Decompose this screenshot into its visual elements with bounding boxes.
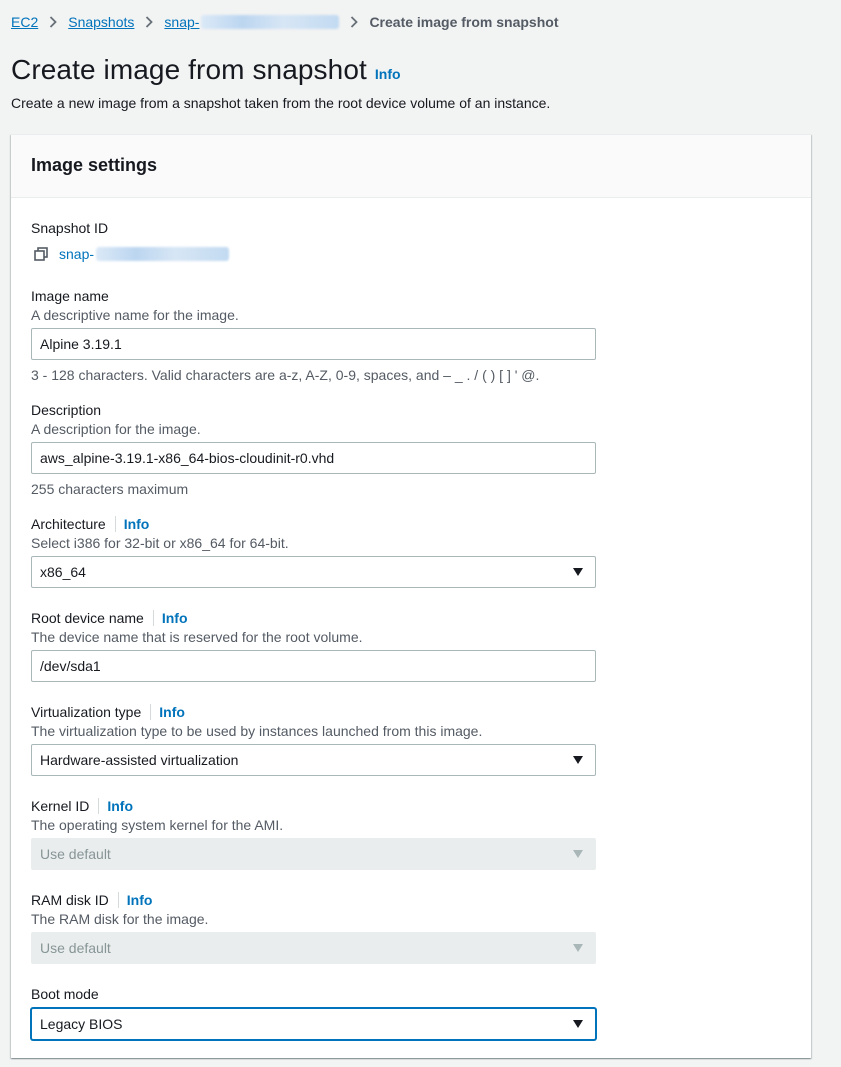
- page-title: Create image from snapshot: [11, 54, 367, 85]
- virtualization-field: Virtualization type Info The virtualizat…: [31, 703, 596, 776]
- image-name-field: Image name A descriptive name for the im…: [31, 287, 596, 383]
- kernel-id-field: Kernel ID Info The operating system kern…: [31, 797, 596, 870]
- description-label: Description: [31, 402, 102, 418]
- boot-mode-label: Boot mode: [31, 986, 99, 1002]
- ramdisk-id-label: RAM disk ID: [31, 892, 109, 908]
- image-name-input[interactable]: [31, 328, 596, 360]
- ramdisk-id-field: RAM disk ID Info The RAM disk for the im…: [31, 891, 596, 964]
- ramdisk-id-description: The RAM disk for the image.: [31, 911, 209, 927]
- virtualization-description: The virtualization type to be used by in…: [31, 723, 483, 739]
- ramdisk-id-value: Use default: [40, 940, 111, 956]
- description-field: Description A description for the image.…: [31, 401, 596, 497]
- architecture-select[interactable]: x86_64: [31, 556, 596, 588]
- boot-mode-value: Legacy BIOS: [40, 1016, 123, 1032]
- virtualization-select[interactable]: Hardware-assisted virtualization: [31, 744, 596, 776]
- chevron-right-icon: [350, 16, 359, 28]
- page-header: Create image from snapshot Info: [11, 54, 401, 86]
- root-device-field: Root device name Info The device name th…: [31, 609, 596, 682]
- breadcrumb-snapshot[interactable]: snap-: [164, 14, 340, 30]
- breadcrumb-current: Create image from snapshot: [369, 14, 559, 30]
- image-name-label: Image name: [31, 288, 109, 304]
- chevron-right-icon: [49, 16, 58, 28]
- kernel-id-info-link[interactable]: Info: [107, 798, 133, 814]
- root-device-info-link[interactable]: Info: [162, 610, 188, 626]
- architecture-description: Select i386 for 32-bit or x86_64 for 64-…: [31, 535, 289, 551]
- caret-down-icon: [573, 1020, 583, 1028]
- panel-header: Image settings: [11, 135, 811, 198]
- caret-down-icon: [573, 944, 583, 952]
- breadcrumb-snapshots[interactable]: Snapshots: [68, 14, 134, 30]
- copy-icon[interactable]: [34, 245, 52, 263]
- kernel-id-label: Kernel ID: [31, 798, 90, 814]
- image-settings-panel: Image settings Snapshot ID snap- Image n…: [11, 134, 811, 1058]
- label-divider: [114, 516, 116, 532]
- virtualization-label: Virtualization type: [31, 704, 142, 720]
- label-divider: [150, 704, 152, 720]
- page-description: Create a new image from a snapshot taken…: [11, 95, 551, 111]
- snapshot-id-link[interactable]: snap-: [59, 246, 230, 262]
- description-help: A description for the image.: [31, 421, 201, 437]
- caret-down-icon: [573, 756, 583, 764]
- redacted-snapshot-id: [96, 247, 230, 261]
- description-constraint: 255 characters maximum: [31, 481, 189, 497]
- kernel-id-description: The operating system kernel for the AMI.: [31, 817, 284, 833]
- root-device-label: Root device name: [31, 610, 144, 626]
- description-input[interactable]: [31, 442, 596, 474]
- snapshot-id-value[interactable]: snap-: [59, 246, 94, 262]
- kernel-id-value: Use default: [40, 846, 111, 862]
- ramdisk-id-select: Use default: [31, 932, 596, 964]
- architecture-label: Architecture: [31, 516, 106, 532]
- root-device-description: The device name that is reserved for the…: [31, 629, 363, 645]
- architecture-info-link[interactable]: Info: [124, 516, 150, 532]
- virtualization-info-link[interactable]: Info: [159, 704, 185, 720]
- breadcrumb-ec2[interactable]: EC2: [11, 14, 38, 30]
- snapshot-id-label: Snapshot ID: [31, 220, 109, 236]
- kernel-id-select: Use default: [31, 838, 596, 870]
- boot-mode-select[interactable]: Legacy BIOS: [31, 1008, 596, 1040]
- image-name-description: A descriptive name for the image.: [31, 307, 239, 323]
- label-divider: [117, 892, 119, 908]
- breadcrumb-snapshot-label[interactable]: snap-: [164, 14, 199, 30]
- boot-mode-field: Boot mode Legacy BIOS: [31, 985, 596, 1040]
- architecture-field: Architecture Info Select i386 for 32-bit…: [31, 515, 596, 588]
- panel-title: Image settings: [31, 155, 158, 175]
- caret-down-icon: [573, 568, 583, 576]
- caret-down-icon: [573, 850, 583, 858]
- breadcrumb: EC2 Snapshots snap- Create image from sn…: [11, 12, 559, 32]
- page-info-link[interactable]: Info: [375, 66, 401, 82]
- architecture-value: x86_64: [40, 564, 86, 580]
- redacted-snapshot-id: [201, 15, 340, 29]
- label-divider: [152, 610, 154, 626]
- snapshot-id-field: Snapshot ID snap-: [31, 219, 596, 263]
- virtualization-value: Hardware-assisted virtualization: [40, 752, 239, 768]
- root-device-input[interactable]: [31, 650, 596, 682]
- label-divider: [98, 798, 100, 814]
- chevron-right-icon: [145, 16, 154, 28]
- image-name-constraint: 3 - 128 characters. Valid characters are…: [31, 367, 540, 383]
- ramdisk-id-info-link[interactable]: Info: [127, 892, 153, 908]
